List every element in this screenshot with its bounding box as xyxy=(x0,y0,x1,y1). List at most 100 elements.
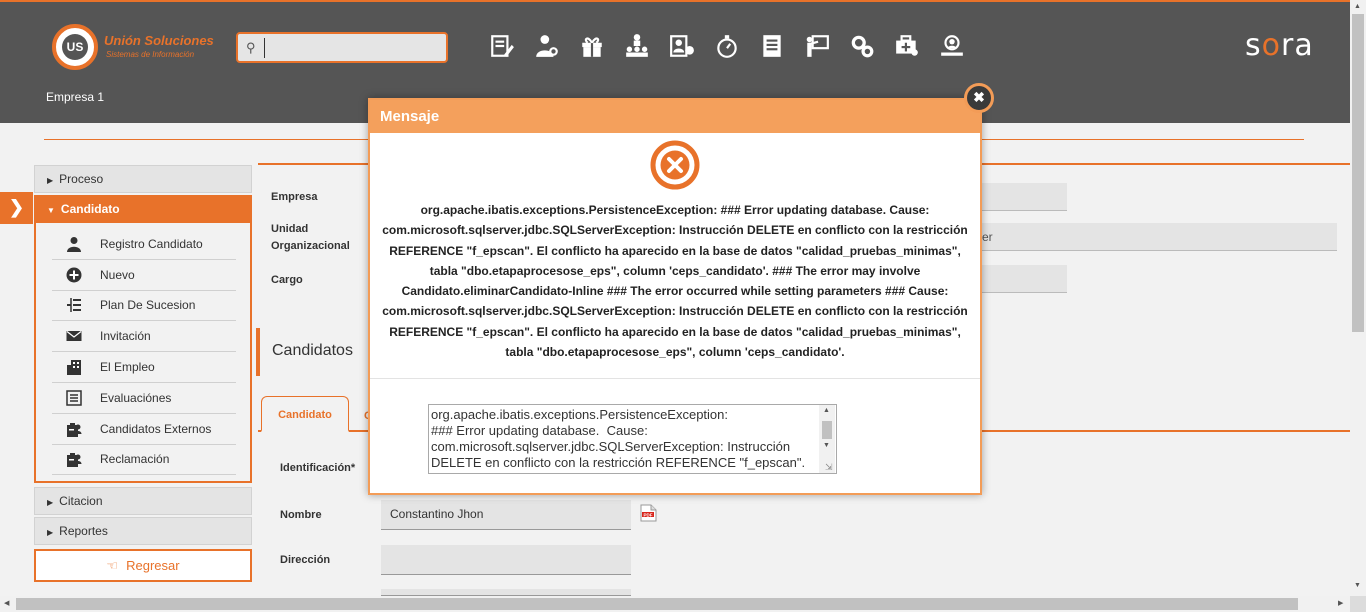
caret-right-icon: ▶ xyxy=(47,528,54,538)
menu-group-label: Citacion xyxy=(59,494,103,509)
document-list-icon[interactable] xyxy=(756,30,788,62)
sidebar-item-label: Plan De Sucesion xyxy=(100,298,196,313)
error-detail-textarea[interactable]: org.apache.ibatis.exceptions.Persistence… xyxy=(428,404,837,474)
logo-badge: US xyxy=(52,24,98,70)
direccion-label: Dirección xyxy=(280,554,331,566)
sidebar-item-evaluaciones[interactable]: Evaluaciónes xyxy=(52,383,236,414)
textarea-scroll-thumb[interactable] xyxy=(822,421,832,439)
drawer-toggle-button[interactable]: ❯ xyxy=(0,192,33,224)
close-icon: ✖ xyxy=(973,89,985,105)
list-icon xyxy=(64,390,84,406)
menu-group-candidato[interactable]: ▼ Candidato xyxy=(34,195,252,223)
back-hand-icon: ☜ xyxy=(106,558,119,574)
horizontal-scroll-thumb[interactable] xyxy=(16,598,1298,610)
hierarchy-icon xyxy=(64,297,84,313)
unidad-value: er xyxy=(982,230,993,244)
envelope-icon xyxy=(64,329,84,343)
logo-subtitle: Sistemas de Información xyxy=(106,50,195,59)
sidebar-item-label: El Empleo xyxy=(100,360,155,375)
sidebar-item-reclamacion[interactable]: Reclamación xyxy=(52,445,236,476)
user-card-icon[interactable] xyxy=(666,30,698,62)
vertical-scroll-thumb[interactable] xyxy=(1352,14,1364,332)
nombre-input[interactable]: Constantino Jhon xyxy=(381,500,631,530)
close-button[interactable]: ✖ xyxy=(964,83,994,113)
user-settings-icon[interactable] xyxy=(531,30,563,62)
caret-right-icon: ▶ xyxy=(47,176,54,185)
building-icon xyxy=(64,359,84,376)
user-icon xyxy=(64,236,84,252)
sidebar-item-label: Nuevo xyxy=(100,267,135,282)
menu-group-label: Candidato xyxy=(60,202,120,216)
org-chart-icon[interactable] xyxy=(621,30,653,62)
direccion-input[interactable] xyxy=(381,545,631,575)
nombre-label: Nombre xyxy=(280,509,322,521)
gift-icon[interactable] xyxy=(576,30,608,62)
caret-right-icon: ▶ xyxy=(47,498,54,508)
scroll-down-icon[interactable]: ▼ xyxy=(1354,582,1361,589)
clipboard-user-icon xyxy=(64,451,84,468)
sidebar-item-candidatos-externos[interactable]: Candidatos Externos xyxy=(52,414,236,445)
horizontal-scrollbar[interactable]: ◀ ▶ xyxy=(0,596,1350,612)
sidebar-item-label: Registro Candidato xyxy=(100,236,203,251)
sidebar-item-nuevo[interactable]: Nuevo xyxy=(52,260,236,291)
user-search-icon[interactable] xyxy=(936,30,968,62)
sidebar-item-plan-de-sucesion[interactable]: Plan De Sucesion xyxy=(52,291,236,322)
pdf-icon[interactable]: PDF xyxy=(640,504,657,522)
presentation-icon[interactable] xyxy=(801,30,833,62)
gears-icon[interactable] xyxy=(846,30,878,62)
sidebar-menu: ▶ Proceso ▼ Candidato Registro Candidato N… xyxy=(34,165,252,583)
caret-down-icon: ▼ xyxy=(47,206,55,215)
scroll-up-icon[interactable]: ▲ xyxy=(1354,3,1361,10)
plus-circle-icon xyxy=(64,267,84,283)
identificacion-label: Identificación* xyxy=(280,462,356,474)
unidad-label: Unidad xyxy=(271,223,309,235)
next-input-field[interactable] xyxy=(381,589,631,596)
menu-group-proceso[interactable]: ▶ Proceso xyxy=(34,165,252,193)
stopwatch-icon[interactable] xyxy=(711,30,743,62)
medical-bag-icon[interactable] xyxy=(891,30,923,62)
sidebar-item-invitacion[interactable]: Invitación xyxy=(52,321,236,353)
regresar-button[interactable]: ☜ Regresar xyxy=(34,549,252,583)
dialog-title: Mensaje xyxy=(370,100,980,133)
company-name: Empresa 1 xyxy=(46,90,105,104)
module-toolbar xyxy=(486,30,968,62)
logo-title: Unión Soluciones xyxy=(104,33,214,48)
chevron-right-icon: ❯ xyxy=(8,197,25,217)
vertical-scrollbar[interactable]: ▲ ▼ xyxy=(1350,0,1366,596)
clipboard-user-icon xyxy=(64,421,84,437)
sidebar-item-registro-candidato[interactable]: Registro Candidato xyxy=(52,229,236,260)
dialog-divider xyxy=(370,378,980,379)
brand-accent: o xyxy=(1261,28,1281,63)
cargo-label: Cargo xyxy=(271,274,303,286)
form-edit-icon[interactable] xyxy=(486,30,518,62)
sora-brand-logo: sora xyxy=(1245,28,1314,63)
sidebar-item-label: Evaluaciónes xyxy=(100,390,172,405)
search-box[interactable]: ⚲ xyxy=(236,32,448,63)
menu-group-reportes[interactable]: ▶ Reportes xyxy=(34,517,252,546)
empresa-label: Empresa xyxy=(271,191,318,203)
menu-group-label: Reportes xyxy=(59,524,108,539)
sidebar-item-label: Candidatos Externos xyxy=(100,421,212,436)
regresar-label: Regresar xyxy=(126,558,180,574)
company-logo[interactable]: US Unión Soluciones Sistemas de Informac… xyxy=(52,24,222,70)
sidebar-item-label: Reclamación xyxy=(100,452,170,467)
scroll-down-icon[interactable]: ▼ xyxy=(823,442,830,449)
resize-grip-icon[interactable]: ⇲ xyxy=(825,462,833,473)
scroll-right-icon[interactable]: ▶ xyxy=(1338,599,1343,607)
scroll-up-icon[interactable]: ▲ xyxy=(823,407,830,414)
error-circle-icon xyxy=(650,140,700,190)
tab-candidato[interactable]: Candidato xyxy=(261,396,349,432)
scrollbar-corner xyxy=(1350,596,1366,612)
brand-prefix: s xyxy=(1245,28,1262,63)
error-message: org.apache.ibatis.exceptions.Persistence… xyxy=(382,203,968,360)
menu-group-citacion[interactable]: ▶ Citacion xyxy=(34,487,252,516)
unidad-label-2: Organizacional xyxy=(271,240,350,252)
error-dialog: Mensaje org.apache.ibatis.exceptions.Per… xyxy=(368,98,982,495)
logo-initials: US xyxy=(62,34,88,60)
svg-text:PDF: PDF xyxy=(644,512,653,517)
sidebar-item-el-empleo[interactable]: El Empleo xyxy=(52,352,236,383)
scroll-left-icon[interactable]: ◀ xyxy=(4,599,9,607)
search-input[interactable] xyxy=(264,38,440,58)
sidebar-item-label: Invitación xyxy=(100,329,151,344)
section-title: Candidatos xyxy=(272,342,353,359)
